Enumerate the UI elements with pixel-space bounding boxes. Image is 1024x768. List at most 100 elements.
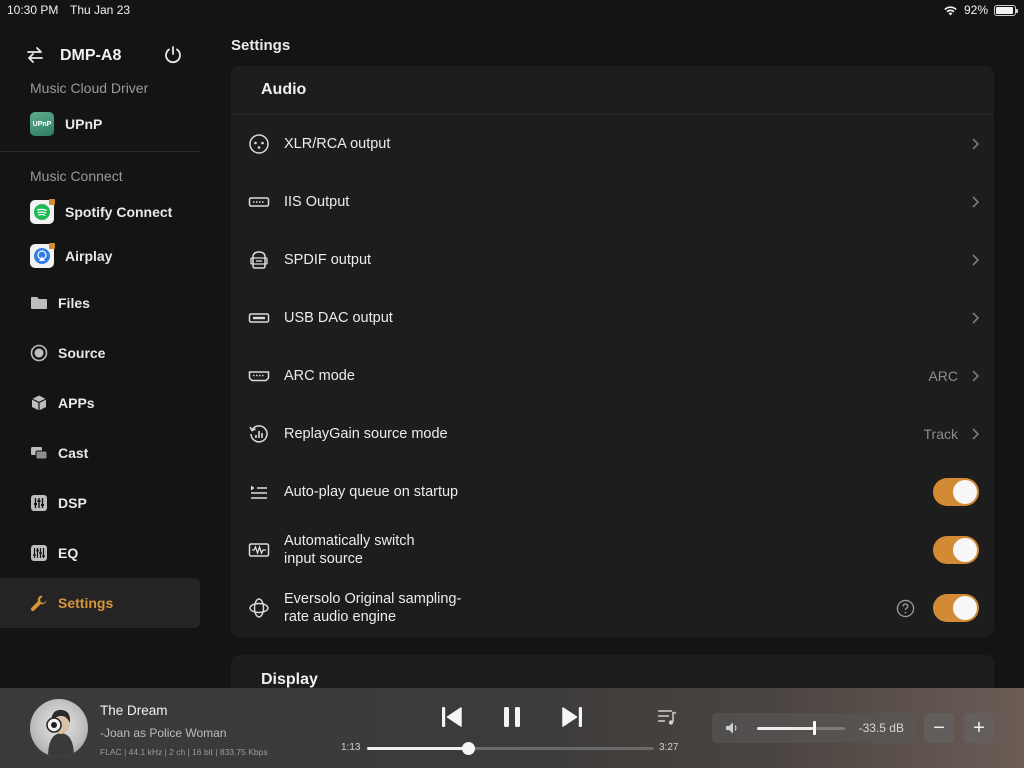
row-usb-dac-output[interactable]: USB DAC output <box>231 289 994 347</box>
folder-icon <box>30 294 48 312</box>
volume-up-button[interactable]: + <box>964 713 994 743</box>
sidebar-item-upnp[interactable]: UPnP UPnP <box>0 104 200 144</box>
status-date: Thu Jan 23 <box>70 3 131 17</box>
row-label: ReplayGain source mode <box>284 426 448 442</box>
waveform-icon <box>248 539 270 561</box>
next-track-button[interactable] <box>559 704 585 730</box>
audio-section-header: Audio <box>231 66 994 115</box>
row-label: Automatically switch input source <box>284 533 415 567</box>
chevron-right-icon <box>972 254 980 266</box>
toggle-knob <box>953 480 977 504</box>
elapsed-time: 1:13 <box>341 742 361 753</box>
replaygain-value: Track <box>923 426 958 442</box>
spotify-app-icon <box>30 199 55 224</box>
row-arc-mode[interactable]: ARC mode ARC <box>231 347 994 405</box>
volume-fill <box>757 727 814 730</box>
sidebar-item-label: Spotify Connect <box>65 204 173 220</box>
arc-mode-value: ARC <box>928 368 958 384</box>
usb-port-icon <box>248 307 270 329</box>
help-icon[interactable] <box>896 599 915 618</box>
sidebar-item-apps[interactable]: APPs <box>0 383 200 423</box>
status-bar: 10:30 PM Thu Jan 23 92% <box>0 0 1024 20</box>
row-replaygain-mode[interactable]: ReplayGain source mode Track <box>231 405 994 463</box>
row-spdif-output[interactable]: SPDIF output <box>231 231 994 289</box>
spotify-icon <box>34 204 50 220</box>
sidebar-item-label: EQ <box>58 545 79 561</box>
row-auto-switch-input: Automatically switch input source <box>231 521 994 579</box>
total-time: 3:27 <box>659 742 679 753</box>
power-icon[interactable] <box>162 44 184 66</box>
status-time: 10:30 PM <box>7 3 59 17</box>
sidebar-item-dsp[interactable]: DSP <box>0 483 200 523</box>
sidebar-item-spotify[interactable]: Spotify Connect <box>0 192 200 232</box>
sampling-engine-toggle[interactable] <box>933 594 979 622</box>
toggle-knob <box>953 596 977 620</box>
wifi-icon <box>944 5 957 16</box>
source-icon <box>30 344 48 362</box>
chevron-right-icon <box>972 370 980 382</box>
sidebar-item-label: Cast <box>58 445 89 461</box>
sidebar-item-label: Airplay <box>65 248 113 264</box>
spdif-port-icon <box>248 249 270 271</box>
upnp-app-icon: UPnP <box>30 112 54 136</box>
battery-percent: 92% <box>963 3 988 17</box>
device-name: DMP-A8 <box>60 47 122 64</box>
volume-control: -33.5 dB <box>712 713 916 743</box>
upnp-badge-text: UPnP <box>32 120 52 128</box>
autoplay-toggle[interactable] <box>933 478 979 506</box>
airplay-icon <box>34 248 50 264</box>
sidebar: DMP-A8 Music Cloud Driver UPnP UPnP Musi… <box>0 20 200 688</box>
device-header: DMP-A8 <box>0 44 200 68</box>
queue-icon[interactable] <box>657 708 677 726</box>
cast-icon <box>30 444 48 462</box>
row-sampling-engine: Eversolo Original sampling-rate audio en… <box>231 579 994 637</box>
album-art-image <box>46 709 74 757</box>
row-label: Auto-play queue on startup <box>284 484 459 500</box>
chevron-right-icon <box>972 428 980 440</box>
sidebar-item-settings[interactable]: Settings <box>0 578 200 628</box>
seek-played <box>367 747 469 750</box>
volume-down-button[interactable]: − <box>924 713 954 743</box>
row-label: IIS Output <box>284 194 350 210</box>
sidebar-item-eq[interactable]: EQ <box>0 533 200 573</box>
eq-icon <box>30 544 48 562</box>
replaygain-icon <box>248 423 270 445</box>
airplay-app-icon <box>30 243 55 268</box>
sidebar-item-airplay[interactable]: Airplay <box>0 236 200 276</box>
sidebar-item-source[interactable]: Source <box>0 333 200 373</box>
toggle-knob <box>953 538 977 562</box>
swap-device-icon[interactable] <box>24 44 46 66</box>
row-autoplay-queue: Auto-play queue on startup <box>231 463 994 521</box>
row-label: Eversolo Original sampling-rate audio en… <box>284 591 462 625</box>
row-label: ARC mode <box>284 368 355 384</box>
section-music-connect: Music Connect <box>30 168 123 184</box>
audio-settings-card: Audio XLR/RCA output IIS Output SPDIF ou… <box>231 66 994 637</box>
sidebar-item-cast[interactable]: Cast <box>0 433 200 473</box>
sidebar-item-label: DSP <box>58 495 87 511</box>
auto-switch-toggle[interactable] <box>933 536 979 564</box>
row-iis-output[interactable]: IIS Output <box>231 173 994 231</box>
chevron-right-icon <box>972 312 980 324</box>
battery-fill <box>996 6 1013 14</box>
row-xlr-rca-output[interactable]: XLR/RCA output <box>231 115 994 173</box>
track-artist: -Joan as Police Woman <box>100 726 227 740</box>
speaker-icon[interactable] <box>725 721 739 735</box>
sidebar-item-label: Source <box>58 345 106 361</box>
album-cover[interactable] <box>30 699 88 757</box>
volume-slider[interactable] <box>757 721 845 735</box>
page-title: Settings <box>231 37 291 54</box>
status-right: 92% <box>943 3 1018 17</box>
chevron-right-icon <box>972 138 980 150</box>
seek-bar[interactable] <box>367 742 654 755</box>
engine-icon <box>248 597 270 619</box>
pause-button[interactable] <box>499 704 525 730</box>
cube-icon <box>30 394 48 412</box>
volume-thumb[interactable] <box>813 721 817 735</box>
seek-thumb[interactable] <box>462 742 476 755</box>
dsp-icon <box>30 494 48 512</box>
sidebar-item-files[interactable]: Files <box>0 283 200 323</box>
row-label: SPDIF output <box>284 252 372 268</box>
previous-track-button[interactable] <box>439 704 465 730</box>
queue-play-icon <box>248 481 270 503</box>
section-music-cloud: Music Cloud Driver <box>30 80 149 96</box>
